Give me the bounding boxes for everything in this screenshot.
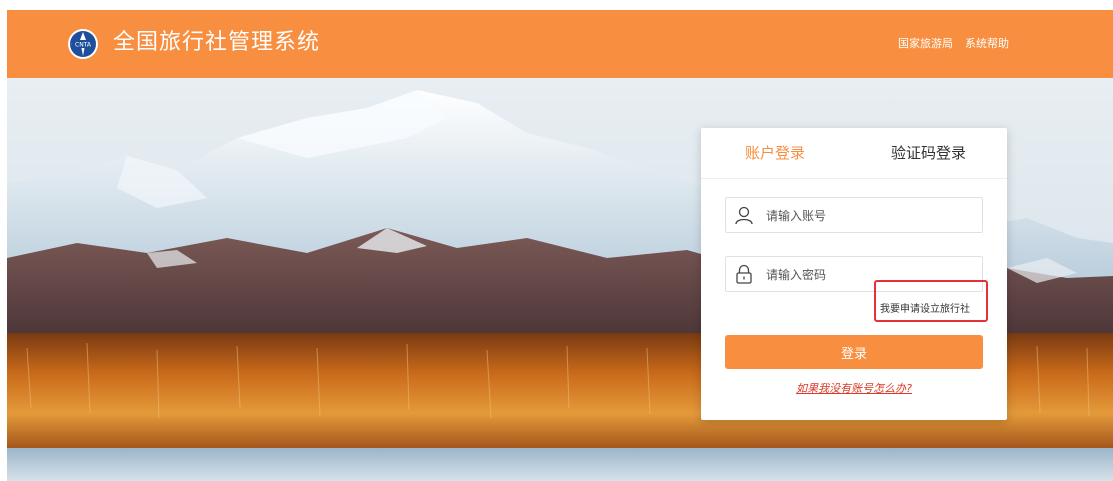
user-icon (735, 206, 753, 225)
login-card: 账户登录 验证码登录 我要申请设立旅行社 登录 如果我没有账号怎么办? (701, 128, 1007, 420)
tab-account-login[interactable]: 账户登录 (745, 142, 805, 164)
link-national-tourism-bureau[interactable]: 国家旅游局 (898, 36, 953, 52)
top-header: CNTA 全国旅行社管理系统 国家旅游局 系统帮助 (7, 10, 1113, 78)
account-input[interactable] (764, 198, 978, 234)
top-links: 国家旅游局 系统帮助 (898, 36, 1009, 52)
app-frame: CNTA 全国旅行社管理系统 国家旅游局 系统帮助 账户登录 验证码登录 请输入… (7, 10, 1113, 481)
lock-icon (736, 264, 752, 284)
tab-verification-code-login[interactable]: 验证码登录 (891, 142, 966, 164)
link-system-help[interactable]: 系统帮助 (965, 36, 1009, 52)
login-button[interactable]: 登录 (725, 335, 983, 369)
logo-text: CNTA (75, 42, 92, 49)
site-title: 全国旅行社管理系统 (113, 30, 321, 55)
account-field (725, 197, 983, 234)
cnta-logo-icon: CNTA (68, 29, 98, 59)
no-account-help-link[interactable]: 如果我没有账号怎么办? (701, 380, 1007, 396)
login-tabs: 账户登录 验证码登录 (701, 128, 1007, 179)
apply-travel-agency-link[interactable]: 我要申请设立旅行社 (880, 300, 970, 315)
